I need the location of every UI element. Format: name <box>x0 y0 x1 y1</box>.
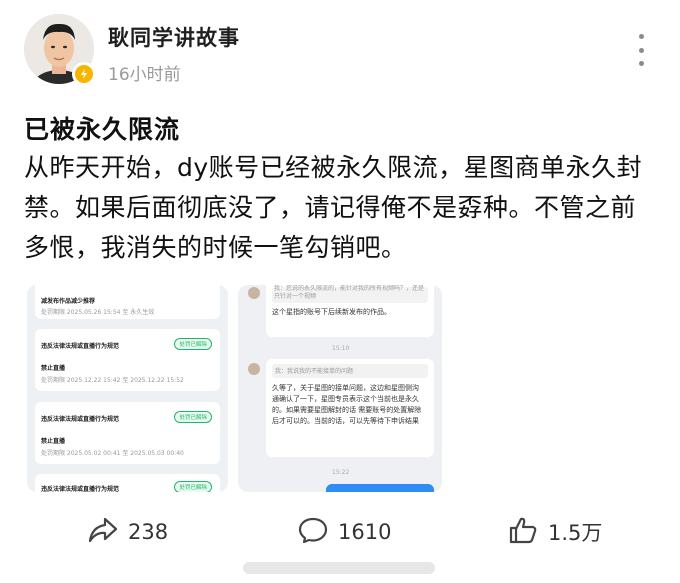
chat-bubble-2: 我：我说我的不能接单的问题 久等了，关于星图的接单问题，这边和星图侧沟通确认了一… <box>266 359 434 457</box>
post-title: 已被永久限流 <box>24 115 181 144</box>
like-icon <box>508 515 538 549</box>
share-count: 238 <box>128 520 169 544</box>
quoted-question: 我：您说的永久限流的，能针对我的所有视频吗？，还是只针对一个视频 <box>274 285 425 300</box>
share-icon <box>88 516 118 548</box>
author-name[interactable]: 耿同学讲故事 <box>108 22 240 52</box>
chat-reply: 久等了，关于星图的接单问题，这边和星图侧沟通确认了一下，星图专员表示这个当前也是… <box>272 384 422 425</box>
penalty-card-1: 违反法律法规或直播行为规范 处罚已解除 禁止直播 处罚期限 2025.12.22… <box>35 329 220 391</box>
chat-timestamp: 15:22 <box>332 469 350 476</box>
post-body: 从昨天开始，dy账号已经被永久限流，星图商单永久封禁。如果后面彻底没了，请记得俺… <box>24 153 643 262</box>
penalty-title: 违反法律法规或直播行为规范 <box>41 343 120 350</box>
status-badge: 处罚已解除 <box>174 481 212 492</box>
penalty-sub: 禁止直播 <box>41 365 66 372</box>
post-header: 耿同学讲故事 16小时前 <box>24 14 656 90</box>
chat-reply: 这个星指的账号下后续新发布的作品。 <box>272 308 391 316</box>
action-bar: 238 1610 1.5万 <box>0 508 680 556</box>
status-badge: 处罚已解除 <box>174 411 212 423</box>
verified-badge-icon <box>72 62 96 86</box>
post-image-chat-record[interactable]: 我：您说的永久限流的，能针对我的所有视频吗？，还是只针对一个视频 这个星指的账号… <box>238 285 442 492</box>
home-indicator[interactable] <box>243 562 435 574</box>
penalty-title: 违反法律法规或直播行为规范 <box>41 486 120 492</box>
chat-bubble-1: 我：您说的永久限流的，能针对我的所有视频吗？，还是只针对一个视频 这个星指的账号… <box>266 285 434 337</box>
penalty-text: 减发布作品减少推荐 <box>41 298 96 305</box>
status-badge: 处罚已解除 <box>174 338 212 350</box>
like-button[interactable]: 1.5万 <box>508 508 602 556</box>
penalty-card-top: 减发布作品减少推荐 处罚期限 2025.05.26 15:54 至 永久生效 <box>35 285 220 319</box>
penalty-card-3: 违反法律法规或直播行为规范 处罚已解除 <box>35 474 220 492</box>
quoted-question: 我：我说我的不能接单的问题 <box>275 368 354 375</box>
penalty-card-2: 违反法律法规或直播行为规范 处罚已解除 禁止直播 处罚期限 2025.05.02… <box>35 402 220 464</box>
penalty-meta: 处罚期限 2025.12.22 15:42 至 2025.12.22 15:52 <box>41 377 184 384</box>
comment-button[interactable]: 1610 <box>298 508 391 556</box>
share-button[interactable]: 238 <box>88 508 168 556</box>
comment-count: 1610 <box>338 520 392 544</box>
post-timestamp: 16小时前 <box>108 65 181 85</box>
penalty-sub: 禁止直播 <box>41 438 66 445</box>
chat-timestamp: 15:10 <box>332 345 350 352</box>
my-message-bubble <box>326 484 434 492</box>
post-image-penalty-records[interactable]: 减发布作品减少推荐 处罚期限 2025.05.26 15:54 至 永久生效 违… <box>27 285 228 492</box>
like-count: 1.5万 <box>548 521 603 545</box>
penalty-title: 违反法律法规或直播行为规范 <box>41 416 120 423</box>
comment-icon <box>298 516 328 548</box>
author-avatar[interactable] <box>24 14 96 86</box>
chat-avatar <box>248 287 260 299</box>
penalty-meta: 处罚期限 2025.05.02 00:41 至 2025.05.03 00:40 <box>41 450 184 457</box>
penalty-meta: 处罚期限 2025.05.26 15:54 至 永久生效 <box>41 309 155 316</box>
chat-avatar <box>248 363 260 375</box>
more-options-icon[interactable] <box>634 34 648 66</box>
